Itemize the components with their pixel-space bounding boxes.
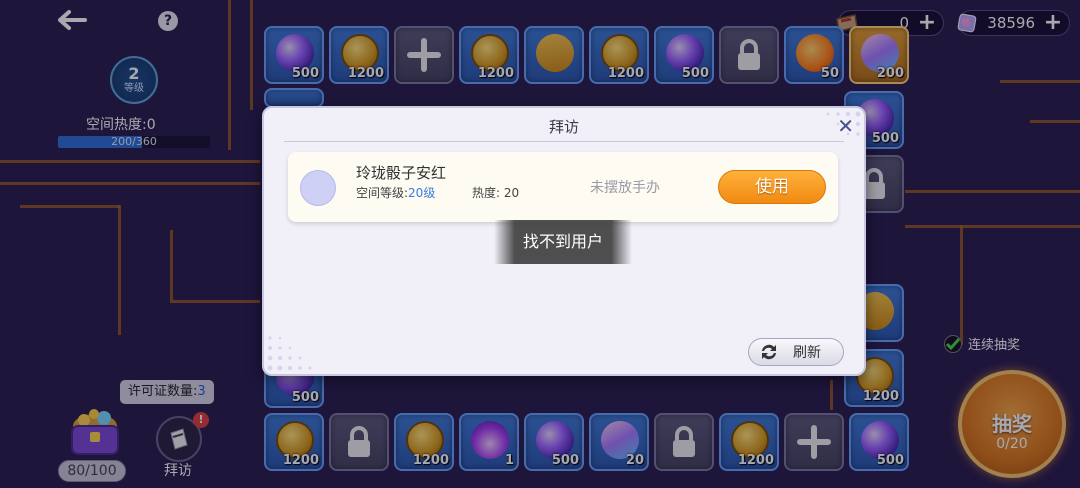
refresh-button[interactable]: 刷新 [748, 338, 844, 366]
space-level: 空间等级:20级 [356, 184, 435, 201]
space-level-value: 20级 [408, 186, 436, 200]
avatar [300, 170, 336, 206]
title-divider [284, 141, 844, 142]
refresh-icon [762, 344, 776, 360]
user-entry: 玲珑骰子安红 空间等级:20级 热度: 20 未摆放手办 使用 [288, 152, 838, 222]
toast-message: 找不到用户 [494, 220, 632, 264]
use-button[interactable]: 使用 [718, 170, 826, 204]
heat-value: 热度: 20 [472, 186, 520, 200]
close-button[interactable]: ✕ [837, 114, 854, 138]
close-icon: ✕ [837, 114, 854, 138]
user-name: 玲珑骰子安红 [356, 164, 447, 182]
dialog-title: 拜访 [548, 118, 579, 136]
dialog-decoration [267, 336, 312, 371]
refresh-label: 刷新 [793, 345, 821, 361]
space-level-label: 空间等级: [356, 186, 409, 200]
figure-status: 未摆放手办 [590, 180, 660, 196]
